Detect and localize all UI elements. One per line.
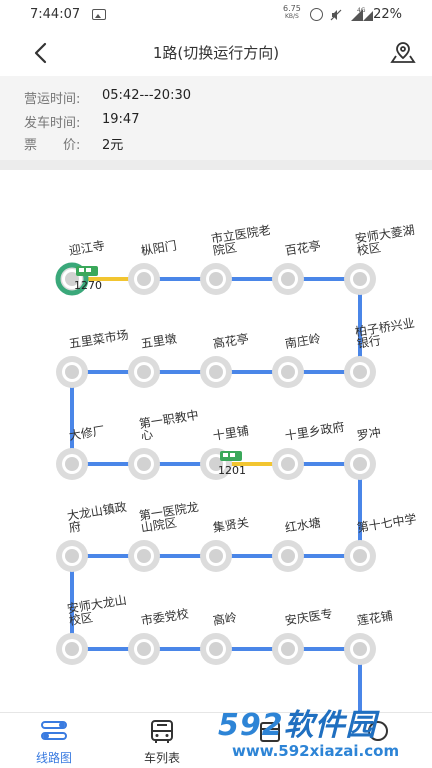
fare-value: 2元 [102, 138, 124, 153]
station-node-core [137, 642, 151, 656]
station-node-core [281, 365, 295, 379]
departure-time-row: 发车时间: 19:47 [24, 112, 139, 131]
fare-row: 票 价: 2元 [24, 134, 123, 153]
station-name: 罗冲 [355, 425, 382, 443]
page-title: 1路(切换运行方向) [152, 44, 280, 62]
image-notification-icon [92, 9, 106, 20]
battery-level: 22% [373, 7, 402, 22]
station-node-core [137, 457, 151, 471]
operating-hours-row: 营运时间: 05:42---20:30 [24, 88, 191, 107]
tab-route-map[interactable]: 线路图 [0, 713, 108, 768]
station-node-core [353, 457, 367, 471]
bus-icon [151, 720, 173, 743]
station-node[interactable] [128, 263, 160, 295]
station-node[interactable] [128, 540, 160, 572]
station-node[interactable] [344, 263, 376, 295]
station-node[interactable] [56, 356, 88, 388]
station-node-core [209, 365, 223, 379]
tab-timetable[interactable] [216, 713, 324, 768]
bus-plate-label: 1201 [218, 464, 246, 477]
station-node[interactable] [272, 263, 304, 295]
net-speed-unit: KB/S [284, 13, 299, 20]
station-node-core [353, 272, 367, 286]
station-node[interactable] [344, 448, 376, 480]
departure-time-label: 发车时间: [24, 116, 81, 131]
station-node[interactable] [272, 540, 304, 572]
alarm-icon [310, 8, 323, 21]
mute-icon [330, 9, 342, 21]
bus-marker-window [79, 268, 84, 272]
station-node-core [209, 549, 223, 563]
station-node[interactable] [344, 540, 376, 572]
more-icon [368, 721, 388, 741]
station-node-core [353, 642, 367, 656]
station-node[interactable] [272, 356, 304, 388]
station-node-core [137, 272, 151, 286]
station-node-core [353, 549, 367, 563]
station-node-core [209, 272, 223, 286]
station-node[interactable] [344, 633, 376, 665]
network-speed: 6.75 KB/S [283, 5, 301, 21]
station-node-core [65, 457, 79, 471]
operating-hours-value: 05:42---20:30 [102, 88, 192, 103]
station-node-core [137, 549, 151, 563]
station-node-core [281, 272, 295, 286]
bus-marker-window [230, 453, 235, 457]
location-button[interactable] [388, 38, 418, 68]
station-node[interactable] [272, 633, 304, 665]
station-node[interactable] [200, 540, 232, 572]
bus-marker-window [223, 453, 228, 457]
station-node[interactable] [56, 448, 88, 480]
map-pin-icon [390, 42, 416, 63]
station-node[interactable] [128, 356, 160, 388]
bus-marker-window [86, 268, 91, 272]
station-node-core [65, 365, 79, 379]
nav-bar: 1路(切换运行方向) [0, 30, 432, 76]
station-node[interactable] [200, 633, 232, 665]
timetable-icon [260, 722, 280, 742]
station-name: 高岭 [211, 610, 238, 628]
net-speed-value: 6.75 [283, 4, 301, 13]
station-node[interactable] [128, 633, 160, 665]
station-node-core [209, 642, 223, 656]
station-node-core [65, 549, 79, 563]
bus-marker[interactable]: 1270 [74, 266, 102, 292]
station-node[interactable] [200, 356, 232, 388]
station-node-core [281, 457, 295, 471]
tab-more[interactable] [324, 713, 432, 768]
bus-plate-label: 1270 [74, 279, 102, 292]
signal-icon: 4G [351, 7, 373, 21]
station-node-core [137, 365, 151, 379]
tab-bar: 线路图 车列表 [0, 712, 432, 768]
bus-marker[interactable]: 1201 [218, 451, 246, 477]
station-node-core [281, 549, 295, 563]
route-info-panel: 营运时间: 05:42---20:30 发车时间: 19:47 票 价: 2元 [0, 76, 432, 160]
station-node[interactable] [56, 540, 88, 572]
station-node-core [65, 642, 79, 656]
tab-label-route-map: 线路图 [35, 751, 72, 765]
station-node[interactable] [344, 356, 376, 388]
route-map[interactable]: 1270 1201 迎江寺 枞阳门 市立医院老院区 百花亭 安师大菱湖校区 柏子桥兴业银行南… [0, 170, 432, 712]
route-map-icon [41, 721, 67, 740]
station-node[interactable] [56, 633, 88, 665]
station-node[interactable] [128, 448, 160, 480]
departure-time-value: 19:47 [102, 112, 140, 127]
station-node-core [281, 642, 295, 656]
tab-label-bus-list: 车列表 [143, 751, 180, 765]
station-node[interactable] [272, 448, 304, 480]
section-divider [0, 160, 432, 170]
station-node[interactable] [200, 263, 232, 295]
status-bar: 7:44:07 6.75 KB/S 4G 22% [0, 0, 432, 30]
fare-label: 票 价: [24, 138, 81, 153]
station-node-core [353, 365, 367, 379]
operating-hours-label: 营运时间: [24, 92, 81, 107]
status-time: 7:44:07 [30, 7, 81, 22]
tab-bus-list[interactable]: 车列表 [108, 713, 216, 768]
